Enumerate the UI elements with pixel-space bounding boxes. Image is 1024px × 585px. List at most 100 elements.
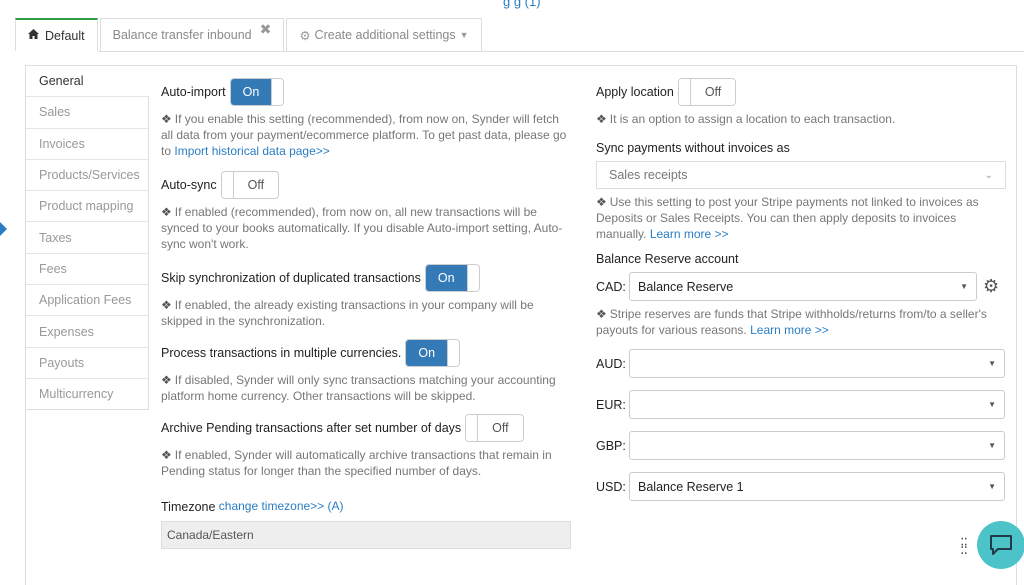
tab-balance-transfer-inbound[interactable]: Balance transfer inbound ✖ bbox=[99, 18, 285, 51]
drag-handle-icon[interactable]: ⁚⁚ ⁚⁚ bbox=[960, 536, 968, 556]
skip-duplicates-help: ❖ If enabled, the already existing transa… bbox=[161, 298, 534, 328]
eur-account-select[interactable]: ▼ bbox=[629, 390, 1005, 419]
learn-more-link[interactable]: Learn more >> bbox=[750, 323, 829, 337]
multi-currency-label: Process transactions in multiple currenc… bbox=[161, 346, 402, 360]
change-timezone-link[interactable]: change timezone>> (A) bbox=[219, 499, 344, 513]
chat-icon bbox=[990, 535, 1012, 555]
caret-down-icon: ▼ bbox=[459, 30, 469, 40]
gbp-label: GBP: bbox=[596, 438, 626, 453]
aud-label: AUD: bbox=[596, 356, 626, 371]
auto-sync-help: ❖ If enabled (recommended), from now on, … bbox=[161, 205, 563, 251]
apply-location-help: ❖ It is an option to assign a location to… bbox=[596, 112, 896, 126]
nav-item-products-services[interactable]: Products/Services bbox=[26, 159, 149, 192]
caret-down-icon: ▼ bbox=[988, 441, 996, 450]
auto-import-toggle[interactable]: On bbox=[229, 78, 285, 106]
nav-item-taxes[interactable]: Taxes bbox=[26, 222, 149, 254]
general-left-column: Auto-import On ❖ If you enable this setti… bbox=[161, 78, 571, 549]
sync-payments-help: ❖ Use this setting to post your Stripe pa… bbox=[596, 195, 979, 241]
tab-create-additional-settings[interactable]: ⚙ Create additional settings ▼ bbox=[286, 18, 482, 51]
nav-item-product-mapping[interactable]: Product mapping bbox=[26, 191, 149, 223]
info-icon: ❖ bbox=[161, 205, 172, 219]
archive-pending-toggle[interactable]: Off bbox=[465, 414, 524, 442]
toggle-state: On bbox=[406, 340, 448, 366]
nav-item-multicurrency[interactable]: Multicurrency bbox=[26, 378, 149, 411]
tab-label: Balance transfer inbound bbox=[112, 28, 252, 42]
gbp-account-select[interactable]: ▼ bbox=[629, 431, 1005, 460]
auto-sync-row: Auto-sync Off bbox=[161, 171, 571, 199]
toggle-state: Off bbox=[247, 178, 265, 192]
import-historical-data-link[interactable]: Import historical data page>> bbox=[174, 144, 329, 158]
multi-currency-help: ❖ If disabled, Synder will only sync tran… bbox=[161, 373, 556, 403]
apply-location-toggle[interactable]: Off bbox=[677, 78, 737, 106]
settings-tabs: Default Balance transfer inbound ✖ ⚙ Cre… bbox=[15, 18, 484, 51]
timezone-row: Timezone change timezone>> (A) bbox=[161, 499, 571, 514]
balance-reserve-label: Balance Reserve account bbox=[596, 252, 739, 266]
info-icon: ❖ bbox=[596, 307, 607, 321]
toggle-state: Off bbox=[492, 421, 509, 435]
sync-payments-select[interactable]: Sales receipts ⌄ bbox=[596, 161, 1006, 189]
tab-label: Create additional settings bbox=[314, 28, 456, 42]
auto-import-help: ❖ If you enable this setting (recommended… bbox=[161, 112, 567, 158]
aud-row: AUD: ▼ bbox=[596, 349, 1006, 378]
partial-heading: g g (1) bbox=[503, 0, 541, 9]
tab-default[interactable]: Default bbox=[15, 18, 98, 51]
skip-duplicates-label: Skip synchronization of duplicated trans… bbox=[161, 271, 421, 285]
info-icon: ❖ bbox=[596, 112, 607, 126]
caret-down-icon: ▼ bbox=[960, 282, 968, 291]
auto-import-label: Auto-import bbox=[161, 85, 226, 99]
side-collapse-arrow[interactable] bbox=[0, 222, 7, 236]
apply-location-label: Apply location bbox=[596, 85, 674, 99]
info-icon: ❖ bbox=[161, 298, 172, 312]
general-right-column: Apply location Off ❖ It is an option to a… bbox=[596, 78, 1006, 501]
nav-item-fees[interactable]: Fees bbox=[26, 253, 149, 286]
multi-currency-toggle[interactable]: On bbox=[405, 339, 461, 367]
info-icon: ❖ bbox=[161, 373, 172, 387]
tab-label: Default bbox=[45, 28, 85, 43]
archive-pending-row: Archive Pending transactions after set n… bbox=[161, 414, 571, 442]
auto-sync-label: Auto-sync bbox=[161, 178, 217, 192]
skip-duplicates-row: Skip synchronization of duplicated trans… bbox=[161, 264, 571, 292]
nav-item-sales[interactable]: Sales bbox=[26, 97, 149, 129]
usd-account-select[interactable]: Balance Reserve 1 ▼ bbox=[629, 472, 1005, 501]
gear-icon: ⚙ bbox=[299, 28, 311, 43]
gbp-row: GBP: ▼ bbox=[596, 431, 1006, 460]
learn-more-link[interactable]: Learn more >> bbox=[650, 227, 729, 241]
chevron-down-icon: ⌄ bbox=[984, 169, 993, 181]
auto-import-row: Auto-import On bbox=[161, 78, 571, 106]
cad-row: CAD: Balance Reserve ▼ ⚙ bbox=[596, 272, 1006, 301]
tab-divider bbox=[98, 51, 1024, 52]
usd-row: USD: Balance Reserve 1 ▼ bbox=[596, 472, 1006, 501]
archive-pending-label: Archive Pending transactions after set n… bbox=[161, 421, 462, 435]
eur-row: EUR: ▼ bbox=[596, 390, 1006, 419]
info-icon: ❖ bbox=[596, 195, 607, 209]
nav-item-general[interactable]: General bbox=[26, 66, 149, 98]
auto-sync-toggle[interactable]: Off bbox=[220, 171, 280, 199]
info-icon: ❖ bbox=[161, 448, 172, 462]
balance-reserve-help: ❖ Stripe reserves are funds that Stripe w… bbox=[596, 307, 987, 337]
archive-pending-help: ❖ If enabled, Synder will automatically a… bbox=[161, 448, 552, 478]
nav-item-payouts[interactable]: Payouts bbox=[26, 347, 149, 379]
home-icon bbox=[28, 29, 39, 42]
caret-down-icon: ▼ bbox=[988, 482, 996, 491]
nav-item-application-fees[interactable]: Application Fees bbox=[26, 285, 149, 317]
usd-label: USD: bbox=[596, 479, 626, 494]
nav-item-expenses[interactable]: Expenses bbox=[26, 316, 149, 348]
aud-account-select[interactable]: ▼ bbox=[629, 349, 1005, 378]
toggle-state: On bbox=[425, 265, 467, 291]
timezone-field: Canada/Eastern bbox=[161, 520, 571, 549]
eur-label: EUR: bbox=[596, 397, 626, 412]
caret-down-icon: ▼ bbox=[988, 400, 996, 409]
caret-down-icon: ▼ bbox=[988, 359, 996, 368]
nav-item-invoices[interactable]: Invoices bbox=[26, 128, 149, 160]
apply-location-row: Apply location Off bbox=[596, 78, 1006, 106]
close-icon[interactable]: ✖ bbox=[260, 21, 272, 38]
multi-currency-row: Process transactions in multiple currenc… bbox=[161, 339, 571, 367]
chat-widget-button[interactable] bbox=[977, 521, 1024, 569]
cad-account-select[interactable]: Balance Reserve ▼ bbox=[629, 272, 977, 301]
info-icon: ❖ bbox=[161, 112, 172, 126]
settings-nav: General Sales Invoices Products/Services… bbox=[26, 66, 149, 411]
cog-icon[interactable]: ⚙ bbox=[983, 276, 999, 297]
toggle-state: Off bbox=[704, 85, 722, 99]
sync-payments-label: Sync payments without invoices as bbox=[596, 141, 790, 155]
skip-duplicates-toggle[interactable]: On bbox=[424, 264, 480, 292]
